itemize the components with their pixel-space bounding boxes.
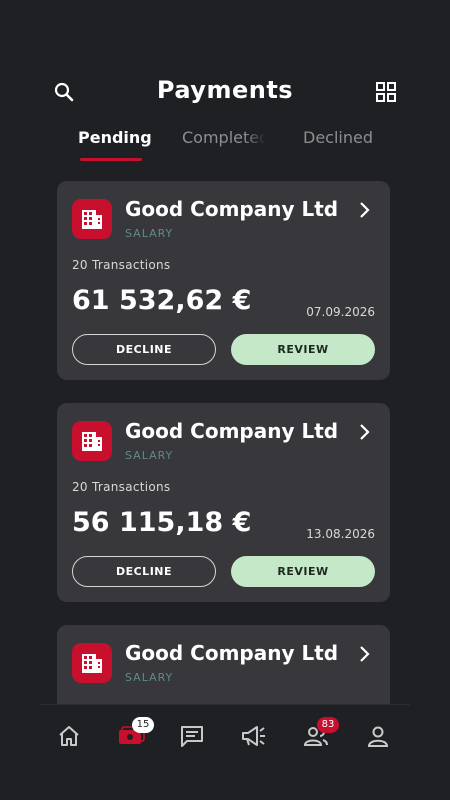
decline-button[interactable]: DECLINE (72, 556, 216, 587)
company-name: Good Company Ltd (125, 197, 339, 221)
payments-badge: 15 (132, 717, 154, 733)
company-name: Good Company Ltd (125, 641, 339, 665)
company-name: Good Company Ltd (125, 419, 339, 443)
payment-card[interactable]: Good Company Ltd SALARY (57, 625, 390, 715)
decline-button[interactable]: DECLINE (72, 334, 216, 365)
payment-date: 07.09.2026 (306, 305, 375, 319)
building-icon (72, 199, 112, 239)
bottom-nav: 15 83 (40, 704, 410, 800)
payment-amount: 56 115,18 € (72, 507, 252, 538)
nav-home[interactable] (54, 723, 84, 753)
chevron-right-icon[interactable] (357, 423, 373, 441)
payment-category: SALARY (125, 671, 174, 684)
review-button[interactable]: REVIEW (231, 556, 375, 587)
tab-bar: Pending Completed Declined (0, 128, 450, 164)
building-icon (72, 643, 112, 683)
megaphone-icon (240, 723, 268, 753)
payment-date: 13.08.2026 (306, 527, 375, 541)
nav-announcements[interactable] (239, 723, 269, 753)
review-button[interactable]: REVIEW (231, 334, 375, 365)
active-tab-indicator (80, 158, 142, 161)
nav-messages[interactable] (177, 723, 207, 753)
payment-amount: 61 532,62 € (72, 285, 252, 316)
header: Payments (0, 70, 450, 114)
tab-completed[interactable]: Completed (182, 128, 266, 147)
home-icon (56, 723, 82, 753)
transaction-count: 20 Transactions (72, 480, 171, 494)
chevron-right-icon[interactable] (357, 645, 373, 663)
nav-payments[interactable]: 15 (116, 717, 154, 753)
payment-card[interactable]: Good Company Ltd SALARY 20 Transactions … (57, 403, 390, 602)
payment-category: SALARY (125, 449, 174, 462)
people-badge: 83 (317, 717, 339, 733)
chat-icon (179, 723, 205, 753)
grid-icon[interactable] (374, 80, 398, 104)
profile-icon (365, 723, 391, 753)
payment-category: SALARY (125, 227, 174, 240)
nav-people[interactable]: 83 (301, 717, 339, 753)
nav-profile[interactable] (363, 723, 393, 753)
tab-pending[interactable]: Pending (78, 128, 152, 147)
payment-card[interactable]: Good Company Ltd SALARY 20 Transactions … (57, 181, 390, 380)
chevron-right-icon[interactable] (357, 201, 373, 219)
transaction-count: 20 Transactions (72, 258, 171, 272)
building-icon (72, 421, 112, 461)
tab-declined[interactable]: Declined (303, 128, 373, 147)
